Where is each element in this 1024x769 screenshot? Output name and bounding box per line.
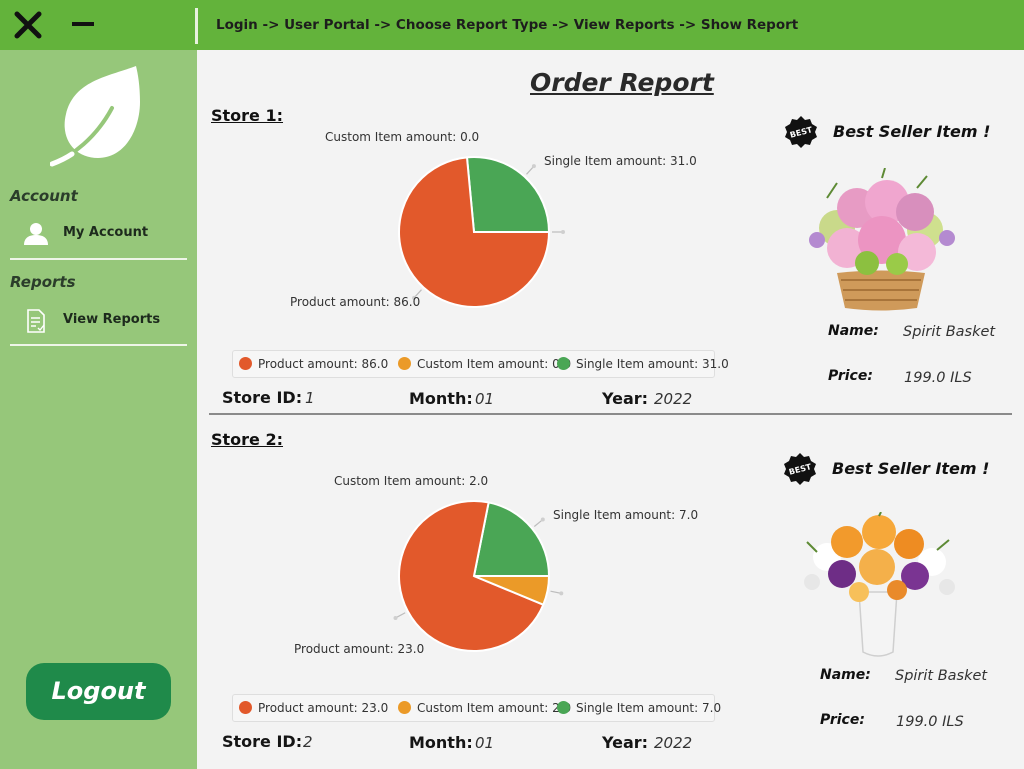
legend-label: Product amount: 23.0: [258, 701, 389, 715]
store-divider: [209, 413, 1012, 415]
callout-line-product-dot: [393, 615, 398, 620]
best-seller-label: Best Seller Item !: [832, 459, 990, 478]
pie-callout-single: Single Item amount: 31.0: [544, 154, 697, 168]
user-icon: [24, 223, 48, 245]
pie-callout-product: Product amount: 86.0: [290, 295, 421, 309]
legend-label: Product amount: 86.0: [258, 357, 389, 371]
pie-callout-single: Single Item amount: 7.0: [553, 508, 699, 522]
best-badge-icon: BEST: [784, 453, 816, 485]
legend-swatch: [557, 701, 570, 714]
product-price-label: Price:: [820, 712, 865, 728]
page-title: Order Report: [530, 68, 714, 97]
product-price-value: 199.0 ILS: [896, 714, 964, 730]
sidebar-item-label: My Account: [63, 225, 149, 240]
legend-label: Single Item amount: 7.0: [576, 701, 722, 715]
store-id-label: Store ID:: [222, 388, 303, 407]
callout-line-single-dot: [540, 517, 545, 522]
pie-callout-custom: Custom Item amount: 0.0: [325, 130, 480, 144]
product-price-value: 199.0 ILS: [904, 370, 972, 386]
callout-line-custom-dot: [559, 591, 564, 596]
close-icon: [14, 11, 42, 39]
chart-legend: Product amount: 86.0 Custom Item amount:…: [232, 350, 729, 378]
logout-button[interactable]: Logout: [26, 663, 171, 720]
store-id-value: 2: [303, 733, 313, 751]
legend-label: Custom Item amount: 2.0: [417, 701, 572, 715]
breadcrumb: Login -> User Portal -> Choose Report Ty…: [216, 17, 799, 33]
minimize-button[interactable]: [70, 10, 98, 40]
title-bar-separator: [195, 8, 198, 44]
account-heading: Account: [10, 187, 78, 205]
flower-basket-image: [809, 168, 955, 311]
close-button[interactable]: [12, 10, 44, 40]
chart-legend: Product amount: 23.0 Custom Item amount:…: [232, 694, 721, 722]
legend-swatch: [239, 357, 252, 370]
sidebar-divider: [10, 344, 187, 346]
legend-item-single: Single Item amount: 7.0: [557, 701, 721, 715]
callout-line-single-dot: [531, 164, 536, 169]
pie-slice-single: [465, 156, 551, 233]
minimize-icon: [72, 22, 94, 26]
report-document-icon: [27, 309, 45, 333]
sidebar-item-my-account[interactable]: My Account: [10, 213, 187, 253]
reports-heading: Reports: [10, 273, 76, 291]
legend-item-single: Single Item amount: 31.0: [557, 357, 729, 371]
leaf-logo-icon: [50, 66, 140, 167]
flower-vase-image: [804, 512, 955, 657]
year-label: Year:: [602, 389, 649, 408]
store-id-label: Store ID:: [222, 732, 303, 751]
legend-swatch: [557, 357, 570, 370]
store-report-1: Store 1: Custom Item amount: 0.0 Single …: [197, 106, 1024, 446]
sidebar-divider: [10, 258, 187, 260]
legend-item-product: Product amount: 86.0: [239, 357, 388, 371]
month-value: 01: [475, 390, 495, 408]
store-report-2: Store 2: Custom Item amount: 2.0 Single …: [197, 430, 1024, 769]
store-id-value: 1: [305, 389, 315, 407]
product-name-label: Name:: [828, 323, 879, 339]
legend-label: Single Item amount: 31.0: [576, 357, 729, 371]
sidebar: Account My Account Reports View Reports …: [0, 50, 197, 769]
callout-line-custom-dot: [561, 230, 565, 234]
product-name-value: Spirit Basket: [903, 324, 996, 340]
legend-label: Custom Item amount: 0.0: [417, 357, 572, 371]
product-name-value: Spirit Basket: [895, 668, 988, 684]
legend-swatch: [398, 701, 411, 714]
legend-swatch: [398, 357, 411, 370]
year-label: Year:: [602, 733, 649, 752]
pie-callout-custom: Custom Item amount: 2.0: [334, 474, 489, 488]
best-badge-icon: BEST: [785, 116, 817, 148]
product-name-label: Name:: [820, 667, 871, 683]
legend-swatch: [239, 701, 252, 714]
legend-item-custom: Custom Item amount: 0.0: [398, 357, 571, 371]
pie-callout-product: Product amount: 23.0: [294, 642, 425, 656]
sidebar-item-view-reports[interactable]: View Reports: [10, 300, 187, 340]
month-label: Month:: [409, 733, 473, 752]
product-price-label: Price:: [828, 368, 873, 384]
year-value: 2022: [654, 734, 693, 752]
sidebar-item-label: View Reports: [63, 312, 161, 327]
legend-item-custom: Custom Item amount: 2.0: [398, 701, 571, 715]
legend-item-product: Product amount: 23.0: [239, 701, 388, 715]
title-bar: Login -> User Portal -> Choose Report Ty…: [0, 0, 1024, 50]
best-seller-label: Best Seller Item !: [833, 122, 991, 141]
month-value: 01: [475, 734, 495, 752]
month-label: Month:: [409, 389, 473, 408]
year-value: 2022: [654, 390, 693, 408]
